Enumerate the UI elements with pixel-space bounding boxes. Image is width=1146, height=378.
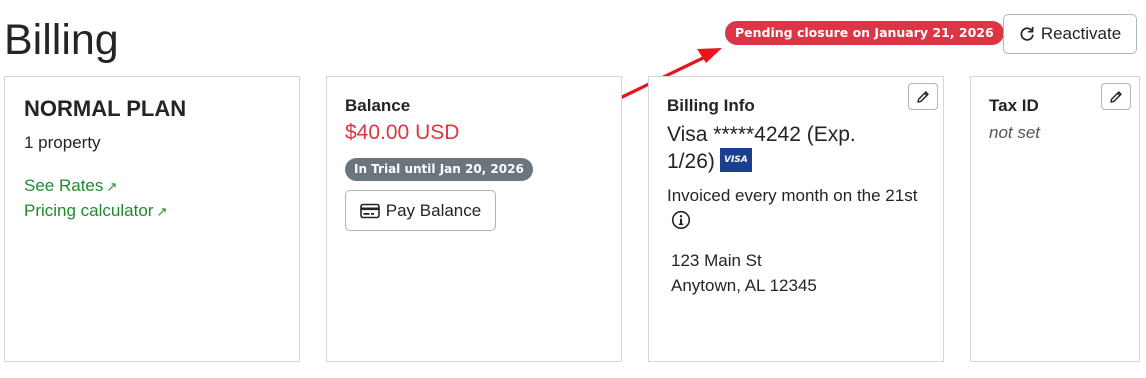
refresh-icon xyxy=(1019,26,1035,42)
external-link-icon: ↗ xyxy=(156,204,168,219)
pencil-icon xyxy=(916,90,930,104)
plan-name: NORMAL PLAN xyxy=(24,96,187,121)
card-number: Visa *****4242 (Exp. 1/26) xyxy=(667,123,856,173)
balance-card: Balance $40.00 USD In Trial until Jan 20… xyxy=(326,76,622,362)
pay-balance-button[interactable]: Pay Balance xyxy=(345,190,496,231)
tax-id-value: not set xyxy=(989,123,1041,142)
credit-card-icon xyxy=(359,203,380,219)
trial-badge: In Trial until Jan 20, 2026 xyxy=(345,158,533,181)
pricing-calculator-label: Pricing calculator xyxy=(24,201,154,220)
billing-info-label: Billing Info xyxy=(667,96,755,115)
pay-balance-label: Pay Balance xyxy=(385,200,482,220)
address-line-2: Anytown, AL 12345 xyxy=(671,276,817,295)
invoice-schedule: Invoiced every month on the 21st xyxy=(667,186,918,205)
billing-info-card: Billing Info Visa *****4242 (Exp. 1/26) V… xyxy=(648,76,944,362)
visa-icon: VISA xyxy=(719,148,752,173)
edit-billing-info-button[interactable] xyxy=(908,83,938,110)
pending-closure-badge: Pending closure on January 21, 2026 xyxy=(725,21,1004,45)
card-details: Visa *****4242 (Exp. 1/26) VISA xyxy=(667,121,897,175)
reactivate-button[interactable]: Reactivate xyxy=(1003,14,1137,54)
property-count: 1 property xyxy=(24,133,101,152)
tax-id-card: Tax ID not set xyxy=(970,76,1140,362)
balance-amount: $40.00 USD xyxy=(345,121,460,144)
balance-label: Balance xyxy=(345,96,411,115)
address-line-1: 123 Main St xyxy=(671,251,762,270)
pencil-icon xyxy=(1109,90,1123,104)
info-icon[interactable] xyxy=(671,210,691,230)
pricing-calculator-link[interactable]: Pricing calculator ↗ xyxy=(24,201,167,221)
external-link-icon: ↗ xyxy=(106,179,118,194)
reactivate-label: Reactivate xyxy=(1040,24,1122,43)
tax-id-label: Tax ID xyxy=(989,96,1039,115)
plan-card: NORMAL PLAN 1 property See Rates ↗ Pricin… xyxy=(4,76,300,362)
edit-tax-id-button[interactable] xyxy=(1101,83,1131,110)
page-title: Billing xyxy=(4,16,119,64)
see-rates-link[interactable]: See Rates ↗ xyxy=(24,176,117,196)
see-rates-label: See Rates xyxy=(24,176,104,195)
